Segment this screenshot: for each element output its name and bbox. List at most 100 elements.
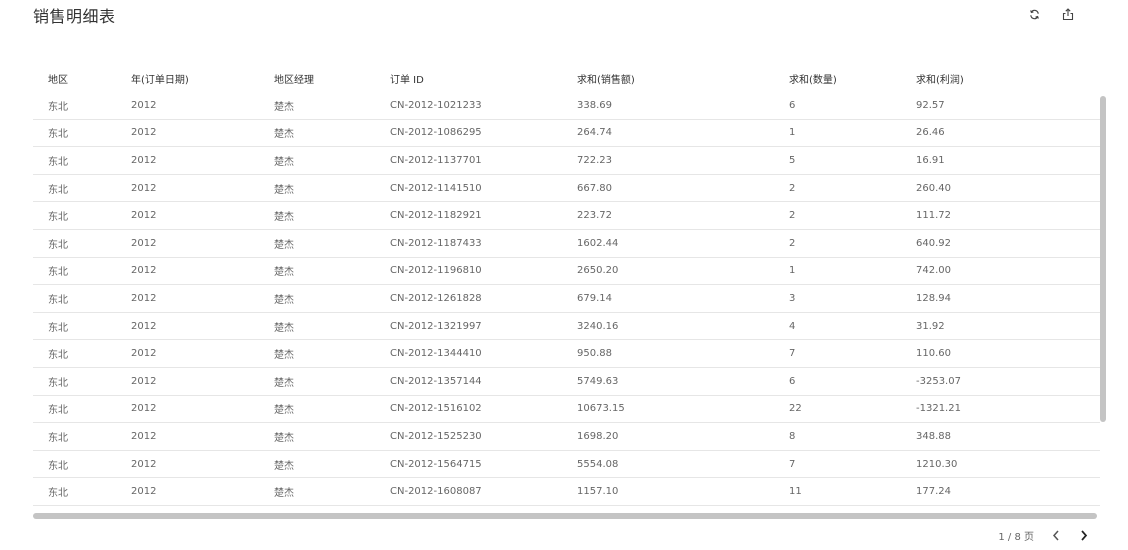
table-cell: 5: [774, 146, 901, 175]
table-row[interactable]: 东北 2012 楚杰 CN-2012-1182921 223.72 2 111.72: [33, 201, 1100, 230]
table-cell: 26.46: [901, 119, 1100, 148]
table-cell: 11: [774, 477, 901, 506]
table-row[interactable]: 东北 2012 楚杰 CN-2012-1261828 679.14 3 128.94: [33, 284, 1100, 313]
table-row[interactable]: 东北 2012 楚杰 CN-2012-1021233 338.69 6 92.57: [33, 92, 1100, 120]
table-row[interactable]: 东北 2012 楚杰 CN-2012-1516102 10673.15 22 -1321.2…: [33, 395, 1100, 424]
table-cell: 264.74: [562, 119, 774, 148]
table-cell: 742.00: [901, 257, 1100, 286]
table-cell: CN-2012-1141510: [375, 174, 562, 203]
table-cell: 2012: [116, 395, 259, 424]
table-cell: 楚杰: [259, 119, 375, 148]
table-cell: 楚杰: [259, 257, 375, 286]
table-cell: 楚杰: [259, 395, 375, 424]
table-cell: 东北: [33, 119, 116, 148]
sales-detail-table: 地区 年(订单日期) 地区经理 订单 ID 求和(销售额) 求和(数量) 求和(利润) 东北…: [33, 64, 1100, 509]
table-cell: 2012: [116, 284, 259, 313]
refresh-icon: [1029, 9, 1039, 19]
table-cell: 22: [774, 395, 901, 424]
table-cell: 东北: [33, 257, 116, 286]
table-cell: CN-2012-1564715: [375, 450, 562, 479]
table-cell: 2012: [116, 422, 259, 451]
vertical-scrollbar[interactable]: [1099, 94, 1107, 510]
table-cell: 92.57: [901, 92, 1100, 120]
table-row[interactable]: 东北 2012 楚杰 CN-2012-1525230 1698.20 8 348.88: [33, 422, 1100, 451]
table-cell: CN-2012-1021233: [375, 92, 562, 120]
table-cell: CN-2012-1321997: [375, 312, 562, 341]
table-cell: CN-2012-1086295: [375, 119, 562, 148]
table-cell: 2012: [116, 229, 259, 258]
table-cell: 110.60: [901, 339, 1100, 368]
table-header: 地区 年(订单日期) 地区经理 订单 ID 求和(销售额) 求和(数量) 求和(利润): [33, 64, 1100, 92]
table-cell: 177.24: [901, 477, 1100, 506]
column-header[interactable]: 订单 ID: [375, 64, 562, 92]
table-cell: 8: [774, 422, 901, 451]
table-cell: 2012: [116, 174, 259, 203]
chevron-left-icon: [1052, 530, 1059, 541]
column-header[interactable]: 求和(数量): [774, 64, 901, 92]
table-cell: 1698.20: [562, 422, 774, 451]
table-cell: 东北: [33, 229, 116, 258]
export-icon: [1062, 7, 1074, 20]
table-cell: 679.14: [562, 284, 774, 313]
table-cell: 2: [774, 201, 901, 230]
column-header[interactable]: 年(订单日期): [116, 64, 259, 92]
table-cell: 东北: [33, 450, 116, 479]
table-cell: 楚杰: [259, 174, 375, 203]
horizontal-scrollbar-thumb[interactable]: [33, 513, 1097, 519]
toolbar: [1026, 6, 1076, 22]
table-row[interactable]: 东北 2012 楚杰 CN-2012-1086295 264.74 1 26.46: [33, 119, 1100, 148]
table-cell: 2012: [116, 339, 259, 368]
table-cell: 111.72: [901, 201, 1100, 230]
chevron-right-icon: [1081, 530, 1088, 541]
next-page-button[interactable]: [1078, 529, 1090, 543]
export-button[interactable]: [1060, 6, 1076, 22]
table-row[interactable]: 东北 2012 楚杰 CN-2012-1357144 5749.63 6 -3253.07: [33, 367, 1100, 396]
table-cell: 东北: [33, 339, 116, 368]
table-cell: 楚杰: [259, 284, 375, 313]
table-cell: CN-2012-1261828: [375, 284, 562, 313]
table-row[interactable]: 东北 2012 楚杰 CN-2012-1137701 722.23 5 16.91: [33, 146, 1100, 175]
table-cell: CN-2012-1196810: [375, 257, 562, 286]
vertical-scrollbar-thumb[interactable]: [1100, 96, 1106, 422]
table-cell: 260.40: [901, 174, 1100, 203]
table-cell: 2012: [116, 146, 259, 175]
table-cell: 楚杰: [259, 92, 375, 120]
column-header[interactable]: 求和(销售额): [562, 64, 774, 92]
table-cell: 东北: [33, 422, 116, 451]
table-cell: 1157.10: [562, 477, 774, 506]
table-cell: 5554.08: [562, 450, 774, 479]
table-cell: 5749.63: [562, 367, 774, 396]
table-cell: 2650.20: [562, 257, 774, 286]
table-cell: 东北: [33, 201, 116, 230]
table-row[interactable]: 东北 2012 楚杰 CN-2012-1196810 2650.20 1 742.00: [33, 257, 1100, 286]
table-cell: 2012: [116, 201, 259, 230]
table-cell: CN-2012-1608087: [375, 477, 562, 506]
column-header[interactable]: 地区: [33, 64, 116, 92]
table-row[interactable]: 东北 2012 楚杰 CN-2012-1564715 5554.08 7 1210.30: [33, 450, 1100, 479]
table-cell: 楚杰: [259, 339, 375, 368]
table-cell: 2: [774, 174, 901, 203]
column-header[interactable]: 求和(利润): [901, 64, 1100, 92]
table-cell: 2012: [116, 92, 259, 120]
table-cell: CN-2012-1137701: [375, 146, 562, 175]
table-cell: 楚杰: [259, 367, 375, 396]
table-row[interactable]: 东北 2012 楚杰 CN-2012-1141510 667.80 2 260.40: [33, 174, 1100, 203]
table-row[interactable]: 东北 2012 楚杰 CN-2012-1608087 1157.10 11 177.24: [33, 477, 1100, 506]
column-header[interactable]: 地区经理: [259, 64, 375, 92]
table-row[interactable]: 东北 2012 楚杰 CN-2012-1187433 1602.44 2 640.92: [33, 229, 1100, 258]
table-row[interactable]: 东北 2012 楚杰 CN-2012-1321997 3240.16 4 31.92: [33, 312, 1100, 341]
table-row[interactable]: 东北 2012 楚杰 CN-2012-1344410 950.88 7 110.60: [33, 339, 1100, 368]
table-cell: 楚杰: [259, 422, 375, 451]
table-cell: 6: [774, 92, 901, 120]
table-cell: 16.91: [901, 146, 1100, 175]
table-cell: 7: [774, 450, 901, 479]
table-cell: 7: [774, 339, 901, 368]
table-cell: 2012: [116, 367, 259, 396]
table-cell: 1: [774, 119, 901, 148]
horizontal-scrollbar[interactable]: [33, 513, 1097, 520]
table-cell: 31.92: [901, 312, 1100, 341]
table-cell: CN-2012-1182921: [375, 201, 562, 230]
table-cell: 东北: [33, 395, 116, 424]
refresh-button[interactable]: [1026, 6, 1042, 22]
prev-page-button[interactable]: [1050, 529, 1062, 543]
